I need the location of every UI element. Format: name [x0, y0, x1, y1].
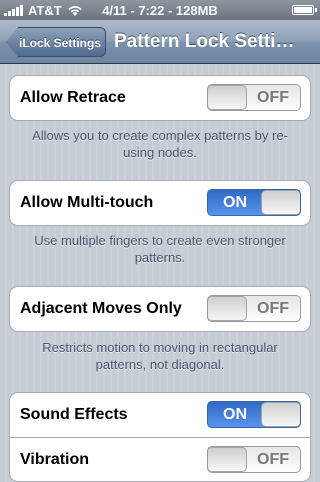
- setting-label: Vibration: [20, 451, 90, 468]
- settings-group-adjacent: Adjacent Moves Only OFF: [9, 286, 311, 332]
- back-button[interactable]: iLock Settings: [6, 27, 106, 57]
- settings-group-multitouch: Allow Multi-touch ON: [9, 180, 311, 226]
- allow-multi-touch-description: Use multiple fingers to create even stro…: [34, 233, 286, 265]
- toggle-state-text: ON: [223, 406, 247, 423]
- setting-label: Allow Retrace: [20, 89, 126, 106]
- toggle-knob: [208, 447, 247, 472]
- toggle-state-text: ON: [223, 194, 247, 211]
- setting-label: Adjacent Moves Only: [20, 300, 182, 317]
- settings-group-feedback: Sound Effects ON Vibration OFF: [9, 392, 311, 482]
- toggle-state-text: OFF: [257, 89, 289, 106]
- toggle-knob: [208, 85, 247, 110]
- allow-retrace-description: Allows you to create complex patterns by…: [32, 128, 288, 160]
- toggle-knob: [208, 296, 247, 321]
- toggle-state-text: OFF: [257, 300, 289, 317]
- allow-retrace-toggle[interactable]: OFF: [207, 84, 301, 111]
- settings-group-retrace: Allow Retrace OFF: [9, 75, 311, 121]
- setting-cell-adjacent-moves-only: Adjacent Moves Only OFF: [10, 287, 310, 331]
- status-bar: AT&T 4/11 - 7:22 - 128MB: [0, 0, 320, 20]
- status-time-memory: 4/11 - 7:22 - 128MB: [102, 3, 218, 18]
- allow-multi-touch-toggle[interactable]: ON: [207, 189, 301, 216]
- sound-effects-toggle[interactable]: ON: [207, 401, 301, 428]
- setting-label: Sound Effects: [20, 406, 128, 423]
- battery-icon: [292, 5, 317, 15]
- toggle-knob: [261, 402, 300, 427]
- setting-cell-sound-effects: Sound Effects ON: [10, 393, 310, 437]
- page-title: Pattern Lock Setti…: [114, 31, 295, 52]
- adjacent-moves-only-toggle[interactable]: OFF: [207, 295, 301, 322]
- toggle-state-text: OFF: [257, 451, 289, 468]
- setting-cell-allow-retrace: Allow Retrace OFF: [10, 76, 310, 120]
- setting-cell-allow-multi-touch: Allow Multi-touch ON: [10, 181, 310, 225]
- navigation-bar: iLock Settings Pattern Lock Setti…: [0, 20, 320, 64]
- vibration-toggle[interactable]: OFF: [207, 446, 301, 473]
- adjacent-moves-only-description: Restricts motion to moving in rectangula…: [42, 340, 278, 372]
- toggle-knob: [261, 190, 300, 215]
- setting-cell-vibration: Vibration OFF: [10, 437, 310, 481]
- setting-label: Allow Multi-touch: [20, 194, 154, 211]
